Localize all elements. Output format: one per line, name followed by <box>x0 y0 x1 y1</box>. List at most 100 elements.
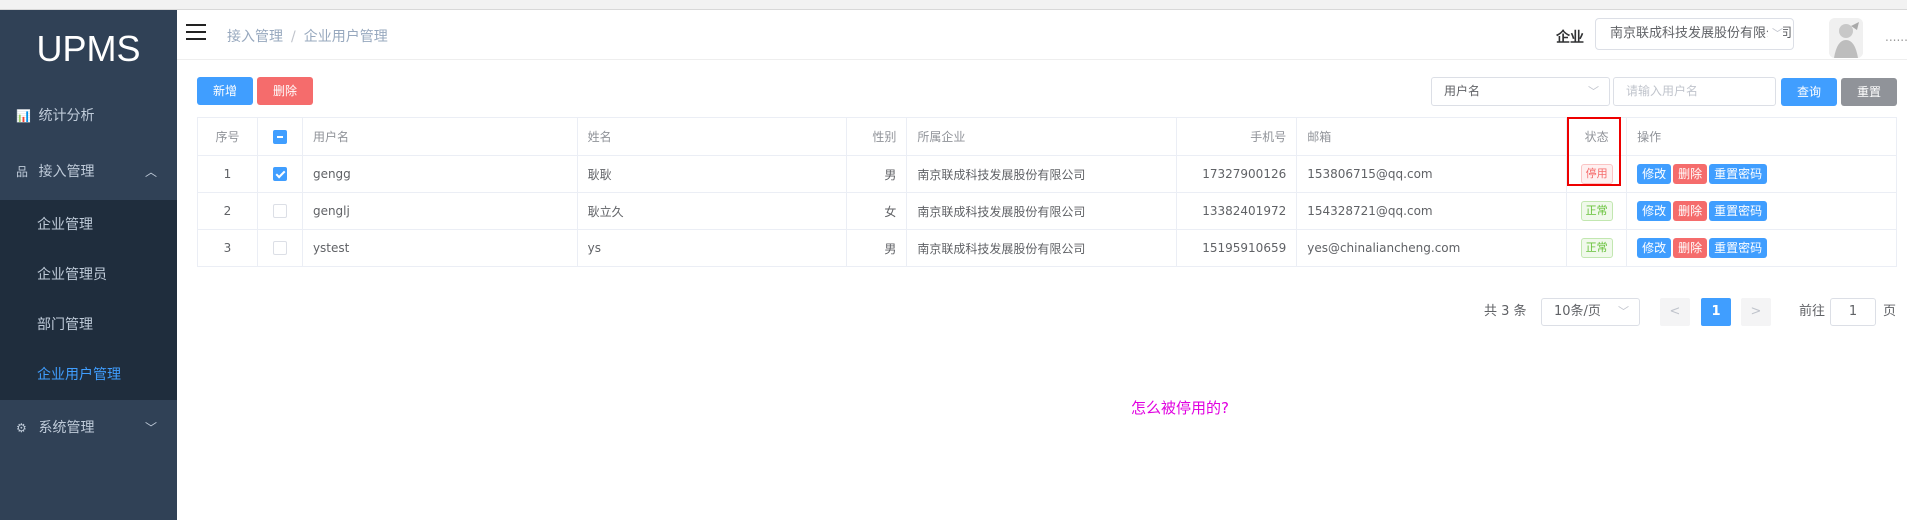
chevron-down-icon: ﹀ <box>1588 85 1599 98</box>
cell-select <box>256 192 303 230</box>
cell-email: yes@chinaliancheng.com <box>1296 229 1568 267</box>
status-badge: 正常 <box>1580 238 1613 258</box>
col-header-actions: 操作 <box>1626 117 1897 156</box>
avatar[interactable] <box>1829 18 1863 58</box>
cell-company: 南京联成科技发展股份有限公司 <box>906 155 1178 193</box>
sidebar-item-label: 系统管理 <box>38 420 95 436</box>
enterprise-select-value: 南京联成科技发展股份有限公司 <box>1610 26 1793 41</box>
row-checkbox[interactable] <box>272 241 287 256</box>
edit-button[interactable]: 修改 <box>1637 201 1672 221</box>
breadcrumb-item[interactable]: 接入管理 <box>227 29 283 45</box>
header: 接入管理 / 企业用户管理 企业 南京联成科技发展股份有限公司 ﹀ ...... <box>177 10 1907 60</box>
page-suffix-label: 页 <box>1883 304 1897 319</box>
app-logo: UPMS <box>36 28 141 69</box>
row-checkbox[interactable] <box>272 167 287 182</box>
cell-username: gengg <box>301 155 578 193</box>
cell-status: 停用 <box>1566 155 1628 193</box>
cell-index: 3 <box>197 229 258 267</box>
gears-icon: ⚙ <box>16 421 27 435</box>
page-number-button[interactable]: 1 <box>1701 298 1731 326</box>
search-field-value: 用户名 <box>1444 84 1481 98</box>
cell-phone: 17327900126 <box>1176 155 1298 193</box>
browser-top-strip <box>0 0 1907 10</box>
sidebar-item-system-management[interactable]: ⚙ 系统管理 ﹀ <box>0 400 177 456</box>
chevron-right-icon: > <box>1750 304 1762 319</box>
col-header-company: 所属企业 <box>906 117 1178 156</box>
col-header-gender: 性别 <box>846 117 908 156</box>
row-delete-button[interactable]: 删除 <box>1673 238 1708 258</box>
page-size-select[interactable]: 10条/页 ﹀ <box>1541 298 1640 326</box>
breadcrumb: 接入管理 / 企业用户管理 <box>227 26 388 46</box>
sidebar-item-enterprise-management[interactable]: 企业管理 <box>0 200 177 250</box>
cell-phone: 13382401972 <box>1176 192 1298 230</box>
cell-username: ystest <box>301 229 578 267</box>
edit-button[interactable]: 修改 <box>1637 238 1672 258</box>
sidebar-item-enterprise-admins[interactable]: 企业管理员 <box>0 250 177 300</box>
cell-index: 1 <box>197 155 258 193</box>
cell-actions: 修改 删除 重置密码 <box>1626 229 1897 267</box>
table-header-row: 序号 用户名 姓名 性别 所属企业 手机号 邮箱 状态 操作 <box>197 117 1897 156</box>
cell-name: 耿立久 <box>576 192 848 230</box>
add-button[interactable]: 新增 <box>197 77 253 105</box>
cell-select <box>256 229 303 267</box>
cell-gender: 男 <box>846 229 908 267</box>
sidebar-item-label: 接入管理 <box>38 164 95 180</box>
cell-company: 南京联成科技发展股份有限公司 <box>906 192 1178 230</box>
goto-page-input[interactable]: 1 <box>1830 298 1876 326</box>
col-header-email: 邮箱 <box>1296 117 1568 156</box>
reset-password-button[interactable]: 重置密码 <box>1709 238 1768 258</box>
breadcrumb-item-current: 企业用户管理 <box>303 29 388 45</box>
sidebar-item-label: 统计分析 <box>38 108 95 124</box>
query-button[interactable]: 查询 <box>1781 78 1837 106</box>
table-row: 2 genglj 耿立久 女 南京联成科技发展股份有限公司 1338240197… <box>197 192 1897 230</box>
chevron-up-icon: ︿ <box>144 165 157 179</box>
cell-gender: 女 <box>846 192 908 230</box>
edit-button[interactable]: 修改 <box>1637 164 1672 184</box>
reset-button[interactable]: 重置 <box>1841 78 1897 106</box>
sitemap-icon: 品 <box>16 165 29 179</box>
cell-actions: 修改 删除 重置密码 <box>1626 155 1897 193</box>
reset-password-button[interactable]: 重置密码 <box>1709 164 1768 184</box>
sidebar-item-statistics[interactable]: 📊 统计分析 <box>0 88 177 144</box>
hamburger-menu-icon[interactable] <box>186 24 206 40</box>
enterprise-label: 企业 <box>1556 30 1584 46</box>
enterprise-select[interactable]: 南京联成科技发展股份有限公司 ﹀ <box>1595 18 1794 50</box>
col-header-index: 序号 <box>197 117 258 156</box>
select-all-checkbox[interactable] <box>272 129 287 144</box>
table-row: 3 ystest ys 男 南京联成科技发展股份有限公司 15195910659… <box>197 229 1897 267</box>
row-delete-button[interactable]: 删除 <box>1673 201 1708 221</box>
cell-phone: 15195910659 <box>1176 229 1298 267</box>
row-checkbox[interactable] <box>272 204 287 219</box>
chevron-down-icon: ﹀ <box>144 421 157 435</box>
col-header-phone: 手机号 <box>1176 117 1298 156</box>
page-size-value: 10条/页 <box>1554 304 1601 319</box>
reset-password-button[interactable]: 重置密码 <box>1709 201 1768 221</box>
cell-gender: 男 <box>846 155 908 193</box>
col-header-username: 用户名 <box>301 117 578 156</box>
chevron-left-icon: < <box>1669 304 1681 319</box>
goto-label: 前往 <box>1799 304 1826 319</box>
table-row: 1 gengg 耿耿 男 南京联成科技发展股份有限公司 17327900126 … <box>197 155 1897 193</box>
next-page-button[interactable]: > <box>1741 298 1771 326</box>
row-delete-button[interactable]: 删除 <box>1673 164 1708 184</box>
cell-actions: 修改 删除 重置密码 <box>1626 192 1897 230</box>
search-input[interactable]: 请输入用户名 <box>1613 77 1776 106</box>
sidebar-item-access-management[interactable]: 品 接入管理 ︿ <box>0 144 177 200</box>
chevron-down-icon: ﹀ <box>1618 305 1629 318</box>
sidebar-item-enterprise-user-management[interactable]: 企业用户管理 <box>0 350 177 400</box>
sidebar-item-department-management[interactable]: 部门管理 <box>0 300 177 350</box>
prev-page-button[interactable]: < <box>1660 298 1690 326</box>
status-badge: 停用 <box>1580 164 1613 184</box>
cell-select <box>256 155 303 193</box>
user-menu-trigger[interactable]: ...... <box>1885 30 1907 44</box>
cell-company: 南京联成科技发展股份有限公司 <box>906 229 1178 267</box>
submenu-access-management: 企业管理 企业管理员 部门管理 企业用户管理 <box>0 200 177 400</box>
annotation-note: 怎么被停用的? <box>1131 399 1229 417</box>
user-table: 序号 用户名 姓名 性别 所属企业 手机号 邮箱 状态 操作 1 gengg 耿… <box>197 117 1897 267</box>
delete-button[interactable]: 删除 <box>257 77 313 105</box>
pagination-total: 共 3 条 <box>1484 304 1527 319</box>
breadcrumb-separator: / <box>291 29 296 45</box>
cell-email: 153806715@qq.com <box>1296 155 1568 193</box>
cell-status: 正常 <box>1566 192 1628 230</box>
search-field-select[interactable]: 用户名 ﹀ <box>1431 77 1610 106</box>
